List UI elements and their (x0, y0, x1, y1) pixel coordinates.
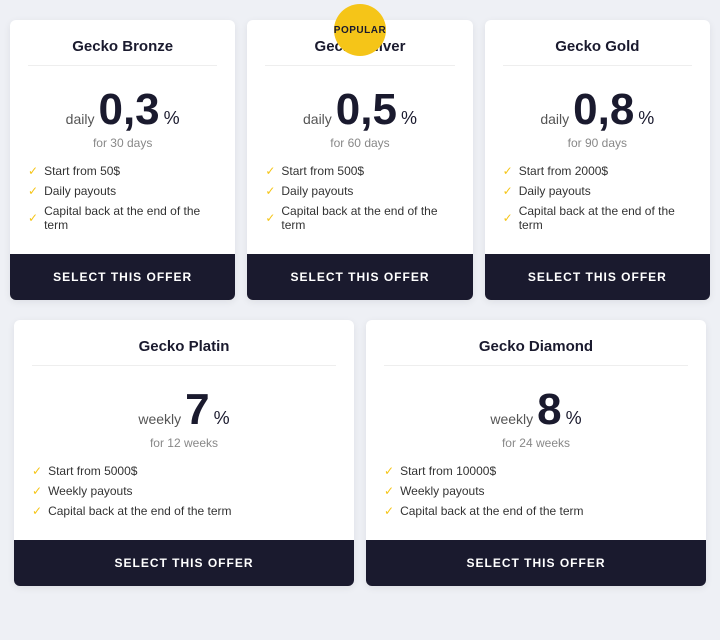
check-icon: ✓ (503, 211, 513, 225)
check-icon: ✓ (503, 164, 513, 178)
feature-item: ✓ Weekly payouts (32, 484, 336, 498)
rate-number-platin: 7 (185, 388, 209, 432)
feature-text: Weekly payouts (400, 484, 485, 498)
feature-text: Daily payouts (281, 184, 353, 198)
rate-percent-platin: % (214, 408, 230, 429)
feature-item: ✓ Start from 5000$ (32, 464, 336, 478)
rate-number-gold: 0,8 (573, 88, 634, 132)
feature-text: Capital back at the end of the term (281, 204, 454, 232)
plan-card-gold: Gecko Gold daily 0,8 % for 90 days ✓ Start f… (485, 20, 710, 300)
feature-item: ✓ Capital back at the end of the term (32, 504, 336, 518)
rate-percent-gold: % (638, 108, 654, 129)
plan-features-platin: ✓ Start from 5000$ ✓ Weekly payouts ✓ Capital… (32, 464, 336, 524)
select-offer-button-silver[interactable]: SELECT THIS OFFER (247, 254, 472, 300)
rate-label-gold: daily (540, 111, 569, 127)
feature-item: ✓ Start from 50$ (28, 164, 217, 178)
check-icon: ✓ (384, 484, 394, 498)
rate-number-diamond: 8 (537, 388, 561, 432)
rate-label-silver: daily (303, 111, 332, 127)
feature-item: ✓ Daily payouts (265, 184, 454, 198)
plan-title-gold: Gecko Gold (503, 38, 692, 66)
check-icon: ✓ (265, 164, 275, 178)
plan-features-bronze: ✓ Start from 50$ ✓ Daily payouts ✓ Capital ba… (28, 164, 217, 238)
select-offer-button-gold[interactable]: SELECT THIS OFFER (485, 254, 710, 300)
plan-features-gold: ✓ Start from 2000$ ✓ Daily payouts ✓ Capital … (503, 164, 692, 238)
rate-number-silver: 0,5 (336, 88, 397, 132)
feature-item: ✓ Daily payouts (503, 184, 692, 198)
feature-text: Capital back at the end of the term (400, 504, 583, 518)
feature-item: ✓ Start from 500$ (265, 164, 454, 178)
check-icon: ✓ (503, 184, 513, 198)
feature-item: ✓ Capital back at the end of the term (384, 504, 688, 518)
plan-card-platin: Gecko Platin weekly 7 % for 12 weeks ✓ Start… (14, 320, 354, 586)
check-icon: ✓ (32, 484, 42, 498)
feature-item: ✓ Weekly payouts (384, 484, 688, 498)
feature-item: ✓ Capital back at the end of the term (28, 204, 217, 232)
bottom-plans-row: Gecko Platin weekly 7 % for 12 weeks ✓ Start… (10, 320, 710, 586)
check-icon: ✓ (32, 464, 42, 478)
plan-features-silver: ✓ Start from 500$ ✓ Daily payouts ✓ Capital b… (265, 164, 454, 238)
plan-title-platin: Gecko Platin (32, 338, 336, 366)
plan-duration-diamond: for 24 weeks (384, 436, 688, 450)
rate-percent-diamond: % (566, 408, 582, 429)
check-icon: ✓ (384, 504, 394, 518)
rate-percent-bronze: % (164, 108, 180, 129)
select-offer-button-diamond[interactable]: SELECT THIS OFFER (366, 540, 706, 586)
feature-item: ✓ Start from 2000$ (503, 164, 692, 178)
check-icon: ✓ (384, 464, 394, 478)
rate-label-platin: weekly (138, 411, 181, 427)
check-icon: ✓ (265, 184, 275, 198)
feature-text: Capital back at the end of the term (48, 504, 231, 518)
feature-text: Start from 5000$ (48, 464, 137, 478)
plan-card-silver: POPULARGecko Silverdaily 0,5 %for 60 day… (247, 20, 472, 300)
rate-label-bronze: daily (66, 111, 95, 127)
plan-duration-platin: for 12 weeks (32, 436, 336, 450)
feature-text: Start from 10000$ (400, 464, 496, 478)
feature-text: Start from 50$ (44, 164, 120, 178)
plan-duration-bronze: for 30 days (28, 136, 217, 150)
plan-title-diamond: Gecko Diamond (384, 338, 688, 366)
feature-text: Capital back at the end of the term (44, 204, 217, 232)
top-plans-row: Gecko Bronze daily 0,3 % for 30 days ✓ Start… (10, 20, 710, 300)
rate-label-diamond: weekly (490, 411, 533, 427)
plan-title-bronze: Gecko Bronze (28, 38, 217, 66)
rate-percent-silver: % (401, 108, 417, 129)
check-icon: ✓ (32, 504, 42, 518)
select-offer-button-platin[interactable]: SELECT THIS OFFER (14, 540, 354, 586)
check-icon: ✓ (265, 211, 275, 225)
feature-text: Weekly payouts (48, 484, 133, 498)
feature-item: ✓ Capital back at the end of the term (265, 204, 454, 232)
feature-text: Start from 500$ (281, 164, 364, 178)
feature-text: Daily payouts (44, 184, 116, 198)
feature-item: ✓ Start from 10000$ (384, 464, 688, 478)
feature-text: Capital back at the end of the term (519, 204, 692, 232)
plans-container: Gecko Bronze daily 0,3 % for 30 days ✓ Start… (10, 20, 710, 586)
select-offer-button-bronze[interactable]: SELECT THIS OFFER (10, 254, 235, 300)
plan-duration-gold: for 90 days (503, 136, 692, 150)
plan-features-diamond: ✓ Start from 10000$ ✓ Weekly payouts ✓ Capita… (384, 464, 688, 524)
popular-badge: POPULAR (334, 4, 386, 56)
plan-duration-silver: for 60 days (265, 136, 454, 150)
feature-text: Start from 2000$ (519, 164, 608, 178)
feature-item: ✓ Daily payouts (28, 184, 217, 198)
check-icon: ✓ (28, 184, 38, 198)
check-icon: ✓ (28, 164, 38, 178)
rate-number-bronze: 0,3 (98, 88, 159, 132)
plan-card-bronze: Gecko Bronze daily 0,3 % for 30 days ✓ Start… (10, 20, 235, 300)
plan-card-diamond: Gecko Diamond weekly 8 % for 24 weeks ✓ Star… (366, 320, 706, 586)
feature-item: ✓ Capital back at the end of the term (503, 204, 692, 232)
feature-text: Daily payouts (519, 184, 591, 198)
check-icon: ✓ (28, 211, 38, 225)
